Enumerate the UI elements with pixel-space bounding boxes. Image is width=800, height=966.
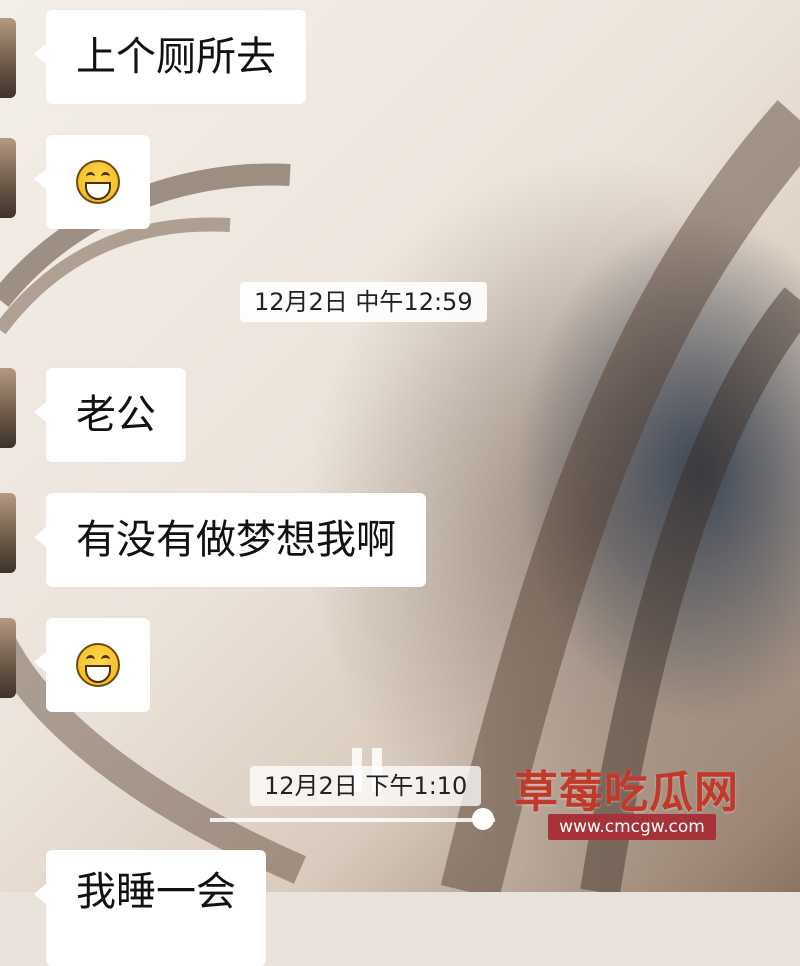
contact-avatar[interactable] xyxy=(0,18,16,98)
message-text: 老公 xyxy=(76,392,156,438)
message-bubble[interactable]: 上个厕所去 xyxy=(34,10,306,104)
contact-avatar[interactable] xyxy=(0,493,16,573)
video-progress-bar[interactable] xyxy=(210,818,495,822)
message-bubble[interactable]: 有没有做梦想我啊 xyxy=(34,493,426,587)
contact-avatar[interactable] xyxy=(0,138,16,218)
timestamp: 12月2日 中午12:59 xyxy=(240,282,487,322)
watermark-title: 草莓吃瓜网 xyxy=(514,767,739,818)
video-progress-handle[interactable] xyxy=(472,808,494,830)
watermark-url: www.cmcgw.com xyxy=(548,814,716,840)
message-bubble-emoji[interactable] xyxy=(34,135,150,229)
message-text: 我睡一会 xyxy=(76,869,236,915)
contact-avatar[interactable] xyxy=(0,368,16,448)
message-bubble[interactable]: 老公 xyxy=(34,368,186,462)
timestamp: 12月2日 下午1:10 xyxy=(250,766,482,806)
message-text: 上个厕所去 xyxy=(76,34,276,80)
grinning-face-icon xyxy=(76,160,120,204)
message-bubble[interactable]: 我睡一会 xyxy=(34,850,266,966)
contact-avatar[interactable] xyxy=(0,618,16,698)
grinning-face-icon xyxy=(76,643,120,687)
message-bubble-emoji[interactable] xyxy=(34,618,150,712)
message-text: 有没有做梦想我啊 xyxy=(76,517,396,563)
